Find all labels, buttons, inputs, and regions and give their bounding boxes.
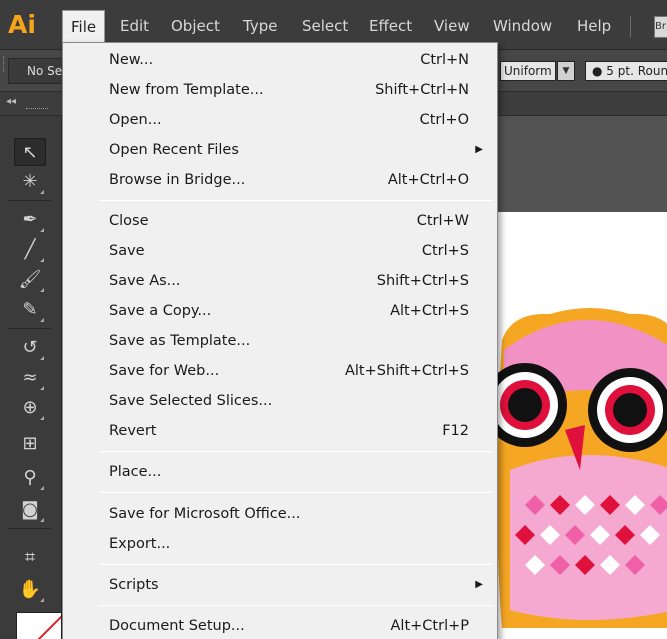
brush-definition-label: 5 pt. Round bbox=[606, 64, 667, 78]
symbol-sprayer-tool-icon[interactable]: ◙ bbox=[14, 496, 46, 524]
menu-item-scripts[interactable]: Scripts ▶ bbox=[63, 570, 497, 600]
menu-item-save-selected-slices[interactable]: Save Selected Slices... bbox=[63, 386, 497, 416]
menu-item-label: Browse in Bridge... bbox=[109, 172, 246, 188]
file-menu-dropdown: New... Ctrl+N New from Template... Shift… bbox=[62, 42, 498, 639]
menu-separator bbox=[99, 605, 493, 606]
selection-tool-icon[interactable]: ↖ bbox=[14, 138, 46, 166]
chevron-down-icon[interactable]: ▼ bbox=[557, 61, 575, 81]
menu-item-place[interactable]: Place... bbox=[63, 457, 497, 487]
menu-item-label: Document Setup... bbox=[109, 618, 245, 634]
menu-effect[interactable]: Effect bbox=[361, 10, 420, 42]
tool-divider bbox=[8, 328, 52, 329]
menu-item-label: Export... bbox=[109, 536, 171, 552]
menu-item-shortcut: Ctrl+N bbox=[420, 52, 469, 68]
menu-item-shortcut: Ctrl+S bbox=[421, 243, 469, 259]
menu-item-save-a-copy[interactable]: Save a Copy... Alt+Ctrl+S bbox=[63, 296, 497, 326]
fill-swatch[interactable] bbox=[16, 612, 62, 639]
menu-type[interactable]: Type bbox=[235, 10, 285, 42]
pen-tool-icon[interactable]: ✒ bbox=[14, 206, 46, 234]
submenu-arrow-icon: ▶ bbox=[475, 579, 483, 590]
menu-item-label: Revert bbox=[109, 423, 157, 439]
rotate-tool-icon[interactable]: ↺ bbox=[14, 334, 46, 362]
illustrator-logo: Ai bbox=[8, 10, 36, 39]
menu-separator bbox=[99, 492, 493, 493]
menu-item-shortcut: F12 bbox=[442, 423, 469, 439]
menu-select[interactable]: Select bbox=[294, 10, 356, 42]
owl-body bbox=[493, 304, 667, 630]
menu-item-label: Scripts bbox=[109, 577, 159, 593]
menu-item-label: New from Template... bbox=[109, 82, 264, 98]
menu-item-label: Save Selected Slices... bbox=[109, 393, 273, 409]
menu-item-export[interactable]: Export... bbox=[63, 529, 497, 559]
brush-definition-select[interactable]: ● 5 pt. Round bbox=[585, 61, 667, 81]
panel-grip[interactable] bbox=[26, 108, 48, 110]
menu-item-shortcut: Alt+Ctrl+P bbox=[390, 618, 469, 634]
menu-item-shortcut: Ctrl+O bbox=[419, 112, 469, 128]
shape-builder-tool-icon[interactable]: ⊕ bbox=[14, 394, 46, 422]
menu-item-label: Save as Template... bbox=[109, 333, 251, 349]
menubar-divider bbox=[630, 16, 631, 38]
menu-object[interactable]: Object bbox=[163, 10, 228, 42]
tools-panel: ↖ ✳ ✒ ╱ 🖌 ✎ ↺ ≈ ⊕ ⊞ ⚲ ◙ ⌗ ✋ bbox=[0, 116, 62, 639]
menu-item-shortcut: Ctrl+W bbox=[416, 213, 469, 229]
menu-item-label: Save As... bbox=[109, 273, 181, 289]
line-segment-tool-icon[interactable]: ╱ bbox=[14, 236, 46, 264]
menu-item-browse-in-bridge[interactable]: Browse in Bridge... Alt+Ctrl+O bbox=[63, 165, 497, 195]
variable-width-profile-select[interactable]: Uniform bbox=[500, 61, 556, 81]
menu-file[interactable]: File bbox=[62, 10, 106, 42]
eyedropper-tool-icon[interactable]: ⚲ bbox=[14, 464, 46, 492]
menu-item-new-from-template[interactable]: New from Template... Shift+Ctrl+N bbox=[63, 75, 497, 105]
control-bar-grip[interactable] bbox=[3, 56, 6, 72]
menu-item-revert[interactable]: Revert F12 bbox=[63, 416, 497, 446]
menu-item-document-setup[interactable]: Document Setup... Alt+Ctrl+P bbox=[63, 611, 497, 639]
menu-item-shortcut: Alt+Shift+Ctrl+S bbox=[344, 363, 469, 379]
submenu-arrow-icon: ▶ bbox=[475, 144, 483, 155]
menu-item-label: New... bbox=[109, 52, 154, 68]
hand-tool-icon[interactable]: ✋ bbox=[14, 576, 46, 604]
menu-window[interactable]: Window bbox=[485, 10, 560, 42]
menu-item-new[interactable]: New... Ctrl+N bbox=[63, 45, 497, 75]
menu-item-label: Save for Microsoft Office... bbox=[109, 506, 301, 522]
menu-item-save-for-microsoft-office[interactable]: Save for Microsoft Office... bbox=[63, 499, 497, 529]
menu-item-shortcut: Shift+Ctrl+S bbox=[376, 273, 469, 289]
blob-brush-tool-icon[interactable]: ✎ bbox=[14, 296, 46, 324]
menu-item-open-recent-files[interactable]: Open Recent Files ▶ bbox=[63, 135, 497, 165]
menu-help[interactable]: Help bbox=[569, 10, 619, 42]
magic-wand-tool-icon[interactable]: ✳ bbox=[14, 168, 46, 196]
menu-item-label: Save a Copy... bbox=[109, 303, 212, 319]
menu-item-label: Open... bbox=[109, 112, 162, 128]
menu-item-shortcut: Alt+Ctrl+O bbox=[387, 172, 469, 188]
menu-item-close[interactable]: Close Ctrl+W bbox=[63, 206, 497, 236]
tool-divider bbox=[8, 528, 52, 529]
menu-item-label: Place... bbox=[109, 464, 162, 480]
paintbrush-tool-icon[interactable]: 🖌 bbox=[14, 266, 46, 294]
menu-item-shortcut: Shift+Ctrl+N bbox=[375, 82, 469, 98]
bridge-button[interactable]: Br bbox=[654, 16, 667, 38]
menu-separator bbox=[99, 451, 493, 452]
menu-view[interactable]: View bbox=[426, 10, 478, 42]
tool-divider bbox=[8, 200, 52, 201]
menu-item-open[interactable]: Open... Ctrl+O bbox=[63, 105, 497, 135]
menu-edit[interactable]: Edit bbox=[112, 10, 157, 42]
menu-item-label: Save bbox=[109, 243, 145, 259]
owl-artwork[interactable] bbox=[490, 300, 667, 630]
menu-item-save[interactable]: Save Ctrl+S bbox=[63, 236, 497, 266]
mesh-tool-icon[interactable]: ⊞ bbox=[14, 430, 46, 458]
menu-item-save-as[interactable]: Save As... Shift+Ctrl+S bbox=[63, 266, 497, 296]
menu-item-save-as-template[interactable]: Save as Template... bbox=[63, 326, 497, 356]
menu-item-label: Close bbox=[109, 213, 149, 229]
artboard-tool-icon[interactable]: ⌗ bbox=[14, 544, 46, 572]
menu-item-label: Save for Web... bbox=[109, 363, 220, 379]
menu-item-save-for-web[interactable]: Save for Web... Alt+Shift+Ctrl+S bbox=[63, 356, 497, 386]
collapse-panel-icon[interactable]: ◂◂ bbox=[6, 96, 16, 107]
selection-status: No Selection bbox=[8, 58, 66, 84]
menu-separator bbox=[99, 564, 493, 565]
width-tool-icon[interactable]: ≈ bbox=[14, 364, 46, 392]
menu-item-shortcut: Alt+Ctrl+S bbox=[390, 303, 469, 319]
menu-separator bbox=[99, 200, 493, 201]
menu-item-label: Open Recent Files bbox=[109, 142, 239, 158]
